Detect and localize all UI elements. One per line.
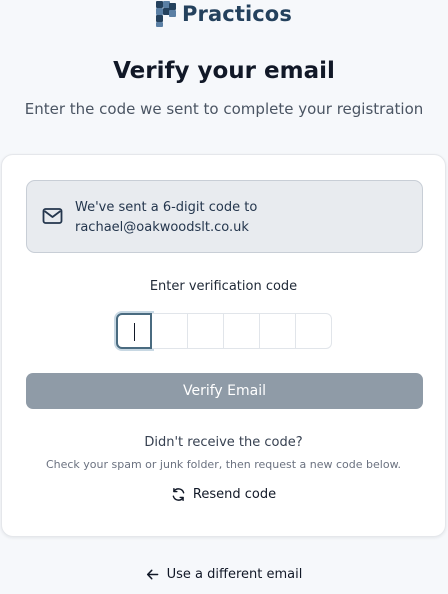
code-digit-2[interactable]	[152, 313, 188, 349]
resend-code-label: Resend code	[192, 487, 277, 502]
code-digit-5[interactable]	[260, 313, 296, 349]
notice-email: rachael@oakwoodslt.co.uk	[75, 220, 249, 235]
code-digit-4[interactable]	[224, 313, 260, 349]
code-sent-notice: We've sent a 6-digit code to rachael@oak…	[26, 180, 423, 253]
mail-icon	[42, 208, 63, 224]
text-caret	[134, 323, 135, 341]
verification-card: We've sent a 6-digit code to rachael@oak…	[1, 154, 446, 537]
code-digit-1[interactable]	[116, 313, 152, 349]
verification-code-label: Enter verification code	[149, 279, 298, 294]
use-different-email-link[interactable]: Use a different email	[0, 567, 448, 582]
practicos-logo-icon	[156, 1, 177, 27]
code-digit-6[interactable]	[296, 313, 332, 349]
brand-logo: Practicos	[0, 0, 448, 28]
resend-code-button[interactable]: Resend code	[2, 487, 445, 502]
arrow-left-icon	[146, 569, 158, 580]
refresh-icon	[172, 487, 185, 502]
use-different-email-label: Use a different email	[166, 567, 303, 582]
notice-text: We've sent a 6-digit code to rachael@oak…	[75, 198, 257, 238]
verify-email-button[interactable]: Verify Email	[26, 373, 423, 409]
verification-code-inputs	[116, 313, 332, 349]
code-digit-3[interactable]	[188, 313, 224, 349]
brand-name: Practicos	[182, 2, 292, 26]
page-title: Verify your email	[113, 58, 335, 84]
didnt-receive-text: Didn't receive the code?	[144, 435, 303, 450]
notice-line: We've sent a 6-digit code to	[75, 200, 258, 215]
page-subtitle: Enter the code we sent to complete your …	[24, 100, 424, 118]
spam-hint-text: Check your spam or junk folder, then req…	[45, 458, 402, 471]
